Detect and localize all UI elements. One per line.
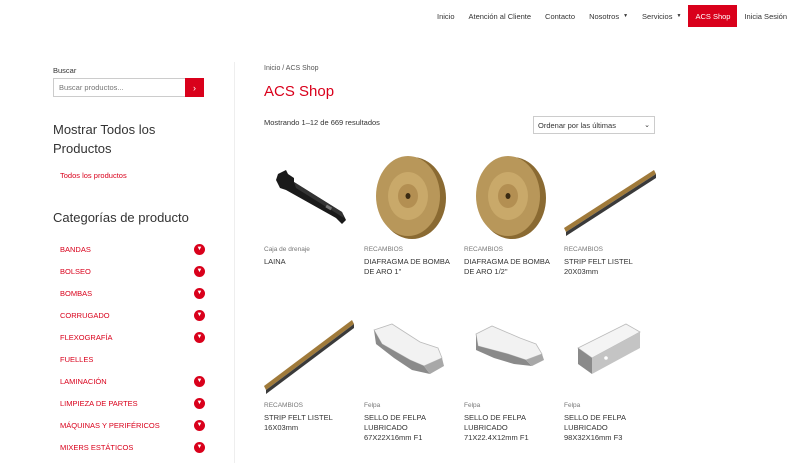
search-label: Buscar [53,66,77,75]
category-item[interactable]: BOMBAS ▼ [53,282,205,304]
nav-nosotros[interactable]: Nosotros ▼ [582,5,635,27]
strip-image [264,320,354,394]
product-image[interactable] [564,308,656,400]
product-category: Caja de drenaje [264,246,310,253]
top-nav: Inicio Atención al Cliente Contacto Noso… [430,5,794,27]
product-name[interactable]: DIAFRAGMA DE BOMBA DE ARO 1/2" [464,257,556,277]
category-item[interactable]: CORRUGADO ▼ [53,304,205,326]
product-name[interactable]: SELLO DE FELPA LUBRICADO 71X22.4X12mm F1 [464,413,556,443]
product-name[interactable]: STRIP FELT LISTEL 20X03mm [564,257,656,277]
category-item[interactable]: MÁQUINAS Y PERIFÉRICOS ▼ [53,414,205,436]
chevron-down-icon[interactable]: ▼ [194,309,205,321]
product-card[interactable]: RECAMBIOS STRIP FELT LISTEL 16X03mm [264,308,356,433]
chevron-down-icon[interactable]: ▼ [194,331,205,343]
breadcrumb: Inicio / ACS Shop [264,65,319,72]
product-category: Felpa [364,402,381,409]
product-category: RECAMBIOS [464,246,504,253]
product-image[interactable] [364,152,456,244]
product-card[interactable]: Felpa SELLO DE FELPA LUBRICADO 98X32X16m… [564,308,656,443]
product-image[interactable] [364,308,456,400]
category-item[interactable]: LIMPIEZA DE PARTES ▼ [53,392,205,414]
page-title: ACS Shop [264,83,335,100]
chevron-down-icon[interactable]: ▼ [194,419,205,431]
chevron-down-icon: ⌄ [644,122,650,129]
product-image[interactable] [264,152,356,244]
result-count: Mostrando 1–12 de 669 resultados [264,118,380,127]
caret-down-icon: ▼ [676,13,682,19]
product-card[interactable]: RECAMBIOS DIAFRAGMA DE BOMBA DE ARO 1" [364,152,456,277]
category-list: BANDAS ▼ BOLSEO ▼ BOMBAS ▼ CORRUGADO ▼ FLEXO… [53,238,205,458]
product-category: RECAMBIOS [364,246,404,253]
felt-block-image [577,323,641,374]
product-category: RECAMBIOS [264,402,304,409]
search-input[interactable] [53,78,185,97]
category-item[interactable]: BOLSEO ▼ [53,260,205,282]
category-item[interactable]: BANDAS ▼ [53,238,205,260]
sidebar-divider [234,62,235,463]
product-image[interactable] [464,152,556,244]
chevron-down-icon[interactable]: ▼ [194,375,205,387]
felt-seal-image [373,323,444,374]
diaphragm-image [476,156,546,239]
nav-servicios[interactable]: Servicios ▼ [635,5,688,27]
search-submit-button[interactable]: › [185,78,204,97]
chevron-down-icon[interactable]: ▼ [194,265,205,277]
caret-down-icon: ▼ [623,13,629,19]
chevron-right-icon: › [193,82,196,93]
all-products-link[interactable]: Todos los productos [60,171,127,180]
product-category: Felpa [564,402,581,409]
category-item[interactable]: LAMINACIÓN ▼ [53,370,205,392]
product-image[interactable] [464,308,556,400]
product-image[interactable] [564,152,656,244]
bracket-image [276,170,346,224]
product-category: RECAMBIOS [564,246,604,253]
diaphragm-image [376,156,446,239]
orderby-select[interactable]: Ordenar por las últimas ⌄ [533,116,655,134]
chevron-down-icon[interactable]: ▼ [194,441,205,453]
product-image[interactable] [264,308,356,400]
product-card[interactable]: Felpa SELLO DE FELPA LUBRICADO 67X22X16m… [364,308,456,443]
product-name[interactable]: STRIP FELT LISTEL 16X03mm [264,413,356,433]
product-search: › [53,78,204,97]
product-name[interactable]: DIAFRAGMA DE BOMBA DE ARO 1" [364,257,456,277]
nav-inicio[interactable]: Inicio [430,5,462,27]
felt-seal-image [475,325,544,366]
category-item[interactable]: MIXERS ESTÁTICOS ▼ [53,436,205,458]
nav-atencion-cliente[interactable]: Atención al Cliente [462,5,539,27]
product-card[interactable]: RECAMBIOS STRIP FELT LISTEL 20X03mm [564,152,656,277]
chevron-down-icon[interactable]: ▼ [194,243,205,255]
product-name[interactable]: SELLO DE FELPA LUBRICADO 67X22X16mm F1 [364,413,456,443]
category-item[interactable]: FLEXOGRAFÍA ▼ [53,326,205,348]
strip-image [564,170,656,236]
nav-contacto[interactable]: Contacto [538,5,582,27]
product-name[interactable]: SELLO DE FELPA LUBRICADO 98X32X16mm F3 [564,413,656,443]
all-products-heading: Mostrar Todos los Productos [53,122,156,156]
categories-heading: Categorías de producto [53,210,189,225]
product-category: Felpa [464,402,481,409]
product-card[interactable]: Caja de drenaje LAINA [264,152,356,267]
chevron-down-icon[interactable]: ▼ [194,287,205,299]
product-card[interactable]: RECAMBIOS DIAFRAGMA DE BOMBA DE ARO 1/2" [464,152,556,277]
nav-acs-shop[interactable]: ACS Shop [688,5,738,27]
category-item[interactable]: FUELLES [53,348,205,370]
nav-inicia-sesion[interactable]: Inicia Sesión [737,5,794,27]
product-name[interactable]: LAINA [264,257,356,267]
product-card[interactable]: Felpa SELLO DE FELPA LUBRICADO 71X22.4X1… [464,308,556,443]
chevron-down-icon[interactable]: ▼ [194,397,205,409]
